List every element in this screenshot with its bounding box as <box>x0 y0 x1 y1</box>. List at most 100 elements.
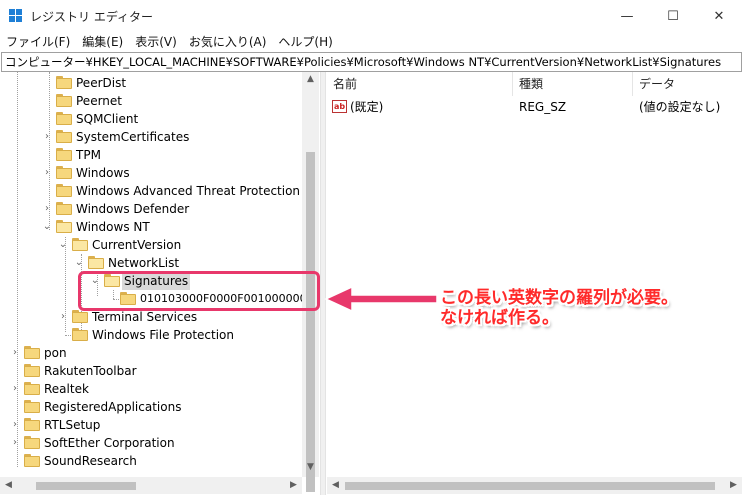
value-data: (値の設定なし) <box>639 100 721 114</box>
chevron-down-icon[interactable]: ⌄ <box>41 218 53 236</box>
tree-item[interactable]: › RTLSetup <box>0 416 300 434</box>
folder-icon <box>56 148 72 161</box>
tree-item-label: Peernet <box>76 94 122 108</box>
scroll-down-arrow-icon[interactable]: ▼ <box>302 462 319 472</box>
annotation-line-2: なければ作る。 <box>440 308 559 328</box>
minimize-button[interactable]: — <box>604 0 650 32</box>
folder-icon <box>56 94 72 107</box>
tree-item[interactable]: RegisteredApplications <box>0 398 300 416</box>
scroll-left-arrow-icon[interactable]: ◀ <box>327 480 344 490</box>
column-header-data[interactable]: データ <box>633 72 742 96</box>
chevron-right-icon[interactable]: › <box>41 200 53 218</box>
tree-item[interactable]: Windows File Protection <box>0 326 300 344</box>
tree-horizontal-scrollbar[interactable]: ◀ ▶ <box>0 477 302 494</box>
tree-item-label: SoftEther Corporation <box>44 436 175 450</box>
folder-icon <box>24 436 40 449</box>
chevron-right-icon[interactable]: › <box>9 380 21 398</box>
folder-icon <box>24 382 40 395</box>
values-list: 名前 種類 データ ab (既定) REG_SZ (値の設定なし) <box>327 72 742 477</box>
tree-item-label: pon <box>44 346 67 360</box>
tree-item[interactable]: ⌄ NetworkList <box>0 254 300 272</box>
folder-icon <box>24 454 40 467</box>
tree-item[interactable]: Peernet <box>0 92 300 110</box>
tree-item-label: Windows Defender <box>76 202 190 216</box>
tree-item-label: PeerDist <box>76 76 127 90</box>
folder-icon <box>56 112 72 125</box>
maximize-button[interactable]: ☐ <box>650 0 696 32</box>
tree-item-label: Windows Advanced Threat Protection <box>76 184 301 198</box>
column-header-name[interactable]: 名前 <box>327 72 513 96</box>
tree-item[interactable]: › pon <box>0 344 300 362</box>
menu-view[interactable]: 表示(V) <box>129 32 183 52</box>
tree-item-label: Windows File Protection <box>92 328 234 342</box>
chevron-down-icon[interactable]: ⌄ <box>73 254 85 272</box>
folder-icon <box>56 76 72 89</box>
chevron-right-icon[interactable]: › <box>57 308 69 326</box>
window-title: レジストリ エディター <box>30 10 153 24</box>
tree-item[interactable]: › SoftEther Corporation <box>0 434 300 452</box>
tree-item-label: Windows <box>76 166 130 180</box>
tree-item[interactable]: TPM <box>0 146 300 164</box>
tree-item-label: RegisteredApplications <box>44 400 182 414</box>
folder-icon <box>72 310 88 323</box>
tree-item[interactable]: PeerDist <box>0 74 300 92</box>
tree-item-label: RTLSetup <box>44 418 101 432</box>
folder-icon <box>24 400 40 413</box>
scroll-left-arrow-icon[interactable]: ◀ <box>0 480 17 490</box>
column-header-type[interactable]: 種類 <box>513 72 633 96</box>
tree-item[interactable]: › Windows Defender <box>0 200 300 218</box>
list-horizontal-scrollbar[interactable]: ◀ ▶ <box>327 477 742 494</box>
scroll-right-arrow-icon[interactable]: ▶ <box>285 480 302 490</box>
tree-item-label: Windows NT <box>76 220 150 234</box>
address-bar[interactable]: コンピューター¥HKEY_LOCAL_MACHINE¥SOFTWARE¥Poli… <box>1 52 742 72</box>
chevron-right-icon[interactable]: › <box>41 164 53 182</box>
annotation-arrow-icon <box>324 285 438 313</box>
tree-item[interactable]: Windows Advanced Threat Protection <box>0 182 300 200</box>
tree-item[interactable]: ⌄ Windows NT <box>0 218 300 236</box>
tree-item[interactable]: › Windows <box>0 164 300 182</box>
scrollbar-thumb[interactable] <box>306 152 315 492</box>
folder-icon <box>24 418 40 431</box>
scrollbar-thumb[interactable] <box>345 482 715 490</box>
scroll-up-arrow-icon[interactable]: ▲ <box>302 74 319 84</box>
tree-item-label: SystemCertificates <box>76 130 190 144</box>
menu-help[interactable]: ヘルプ(H) <box>272 32 338 52</box>
tree-item[interactable]: SQMClient <box>0 110 300 128</box>
tree-item[interactable]: › Realtek <box>0 380 300 398</box>
menu-file[interactable]: ファイル(F) <box>0 32 76 52</box>
tree-item-label: CurrentVersion <box>92 238 182 252</box>
folder-icon <box>24 346 40 359</box>
tree-item-label: NetworkList <box>108 256 180 270</box>
chevron-right-icon[interactable]: › <box>9 344 21 362</box>
tree-item[interactable]: ⌄ CurrentVersion <box>0 236 300 254</box>
value-row[interactable]: ab (既定) REG_SZ (値の設定なし) <box>327 98 742 116</box>
chevron-down-icon[interactable]: ⌄ <box>57 236 69 254</box>
close-button[interactable]: ✕ <box>696 0 742 32</box>
folder-open-icon <box>56 220 72 233</box>
chevron-right-icon[interactable]: › <box>9 434 21 452</box>
value-name: (既定) <box>350 100 384 114</box>
annotation-line-1: この長い英数字の羅列が必要。 <box>440 288 678 308</box>
chevron-right-icon[interactable]: › <box>41 128 53 146</box>
annotation-text: この長い英数字の羅列が必要。 なければ作る。 <box>440 288 678 328</box>
registry-editor-icon <box>9 9 23 23</box>
tree-item-label: SoundResearch <box>44 454 137 468</box>
string-value-icon: ab <box>332 100 347 113</box>
folder-icon <box>72 328 88 341</box>
scroll-right-arrow-icon[interactable]: ▶ <box>725 480 742 490</box>
menu-edit[interactable]: 編集(E) <box>76 32 129 52</box>
scrollbar-thumb[interactable] <box>36 482 136 490</box>
folder-icon <box>56 202 72 215</box>
menu-favorites[interactable]: お気に入り(A) <box>183 32 273 52</box>
tree-item-label: Realtek <box>44 382 89 396</box>
folder-open-icon <box>88 256 104 269</box>
tree-item[interactable]: RakutenToolbar <box>0 362 300 380</box>
menu-bar: ファイル(F) 編集(E) 表示(V) お気に入り(A) ヘルプ(H) <box>0 32 742 52</box>
tree-item[interactable]: SoundResearch <box>0 452 300 470</box>
chevron-right-icon[interactable]: › <box>9 416 21 434</box>
tree-item-label: RakutenToolbar <box>44 364 137 378</box>
folder-open-icon <box>72 238 88 251</box>
folder-icon <box>24 364 40 377</box>
value-type: REG_SZ <box>519 100 567 114</box>
tree-item[interactable]: › SystemCertificates <box>0 128 300 146</box>
